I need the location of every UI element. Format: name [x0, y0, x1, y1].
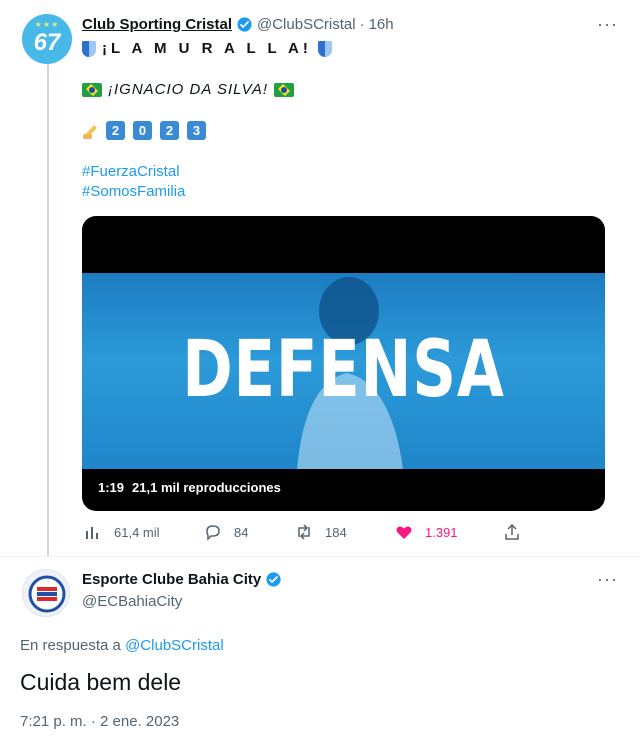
shield-icon	[317, 40, 332, 57]
video-views: 21,1 mil reproducciones	[132, 480, 281, 495]
retweet-icon	[298, 524, 310, 540]
line1-text: ¡L A M U R A L L A!	[102, 40, 312, 57]
author-name[interactable]: Esporte Clube Bahia City	[82, 571, 261, 588]
reply-count: 84	[234, 524, 249, 540]
video-info-bar: 1:19 21,1 mil reproducciones	[98, 480, 281, 495]
hashtag-link[interactable]: #FuerzaCristal	[82, 163, 180, 180]
year-digit: 2	[160, 121, 179, 140]
thread-line	[47, 62, 49, 556]
avatar-number: 67	[33, 29, 61, 56]
verified-badge-icon	[266, 572, 281, 587]
reply-action[interactable]: 84	[204, 523, 248, 541]
action-bar: 61,4 mil 84 184 1.391	[82, 523, 522, 545]
hashtag-link[interactable]: #SomosFamilia	[82, 183, 185, 200]
tweet-cristal[interactable]: ★★★ 67 Club Sporting Cristal @ClubSCrist…	[0, 0, 640, 556]
share-icon	[505, 523, 519, 540]
like-action[interactable]: 1.391	[395, 523, 458, 541]
year-digit: 3	[187, 121, 206, 140]
brazil-flag-icon	[274, 82, 294, 97]
separator-dot: ·	[359, 16, 365, 33]
retweet-count: 184	[325, 524, 347, 540]
verified-badge-icon	[237, 17, 252, 32]
video-duration: 1:19	[98, 480, 125, 495]
bahia-crest-icon	[28, 575, 66, 613]
retweet-action[interactable]: 184	[295, 523, 347, 541]
views-count: 61,4 mil	[114, 524, 160, 540]
author-handle[interactable]: @ClubSCristal	[257, 16, 356, 33]
video-frame: DEFENSA	[82, 273, 605, 469]
tweet-header: Club Sporting Cristal @ClubSCristal · 16…	[82, 16, 394, 33]
writing-hand-icon	[83, 124, 97, 139]
like-count: 1.391	[425, 524, 458, 540]
heart-icon	[396, 526, 412, 539]
brazil-flag-icon	[82, 82, 102, 97]
reply-to-link[interactable]: @ClubSCristal	[125, 637, 224, 654]
share-action[interactable]	[503, 523, 521, 541]
year-digit: 2	[106, 121, 125, 140]
author-name[interactable]: Club Sporting Cristal	[82, 16, 232, 33]
tweet-line-3: 2 0 2 3	[82, 121, 208, 140]
year-digit: 0	[133, 121, 152, 140]
tweet-bahia[interactable]: Esporte Clube Bahia City @ECBahiaCity ··…	[0, 557, 640, 749]
more-options-icon[interactable]: ···	[597, 14, 618, 35]
tweet-text: Cuida bem dele	[20, 669, 182, 695]
tweet-line-2: ¡IGNACIO DA SILVA!	[82, 81, 294, 98]
tweet-line-1: ¡L A M U R A L L A!	[82, 40, 332, 57]
avatar[interactable]	[22, 569, 70, 617]
avatar-stars: ★★★	[34, 20, 60, 29]
reply-prefix: En respuesta a	[20, 637, 121, 654]
tweet-time[interactable]: 16h	[369, 16, 394, 33]
more-options-icon[interactable]: ···	[597, 569, 618, 590]
author-handle[interactable]: @ECBahiaCity	[82, 593, 182, 610]
reply-icon	[206, 525, 220, 541]
video-title-text: DEFENSA	[182, 325, 505, 415]
shield-icon	[82, 40, 96, 57]
views-action[interactable]: 61,4 mil	[84, 523, 160, 541]
avatar[interactable]: ★★★ 67	[22, 14, 72, 64]
analytics-icon	[86, 527, 98, 539]
tweet-timestamp[interactable]: 7:21 p. m. · 2 ene. 2023	[20, 713, 179, 730]
tweet-header: Esporte Clube Bahia City	[82, 571, 282, 588]
video-player[interactable]: DEFENSA 1:19 21,1 mil reproducciones	[82, 216, 605, 511]
reply-context: En respuesta a @ClubSCristal	[20, 637, 224, 654]
line2-text: ¡IGNACIO DA SILVA!	[108, 81, 268, 98]
